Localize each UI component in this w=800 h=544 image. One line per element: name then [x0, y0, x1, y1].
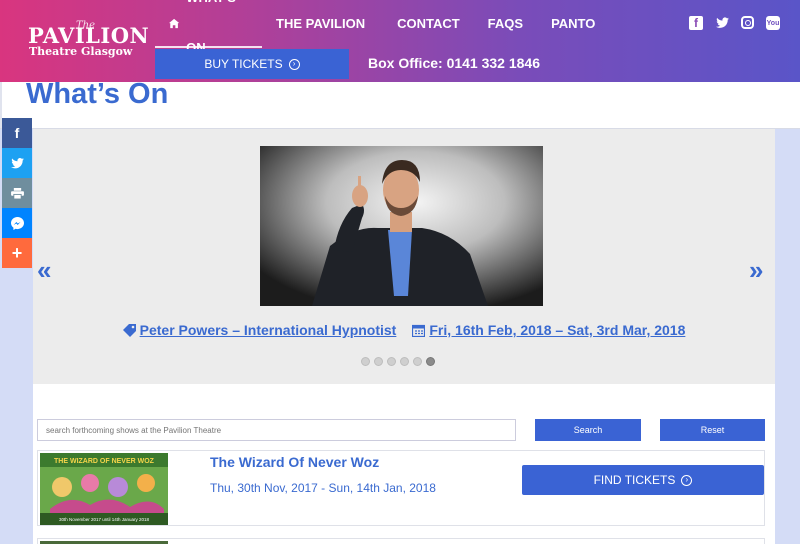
slide-show-title: Peter Powers – International Hypnotist: [139, 322, 397, 338]
find-tickets-label: FIND TICKETS: [593, 473, 676, 487]
carousel-dot[interactable]: [387, 357, 396, 366]
carousel-next-button[interactable]: »: [749, 255, 763, 286]
box-office-phone[interactable]: Box Office: 0141 332 1846: [368, 55, 540, 71]
poster-dates-text: 30th November 2017 until 14th January 20…: [59, 517, 150, 522]
instagram-icon[interactable]: [741, 16, 754, 29]
slide-show-dates: Fri, 16th Feb, 2018 – Sat, 3rd Mar, 2018: [429, 322, 686, 338]
site-header: The PAVILION Theatre Glasgow WHAT'S ON T…: [0, 0, 800, 82]
carousel-prev-button[interactable]: «: [37, 255, 51, 286]
nav-faqs-label: FAQS: [487, 16, 524, 31]
nav-the-pavilion[interactable]: THE PAVILION: [262, 0, 379, 48]
home-icon: [169, 18, 180, 28]
arrow-circle-icon: ›: [288, 58, 300, 70]
show-listing: [37, 538, 765, 544]
svg-text:THE WIZARD OF NEVER WOZ: THE WIZARD OF NEVER WOZ: [54, 458, 155, 465]
reset-button[interactable]: Reset: [660, 419, 765, 441]
carousel-dots: [361, 357, 435, 366]
pavilion-logo[interactable]: The PAVILION Theatre Glasgow: [24, 18, 149, 58]
twitter-icon[interactable]: [2, 148, 32, 178]
nav-contact-label: CONTACT: [397, 16, 460, 31]
show-poster[interactable]: THE WIZARD OF NEVER WOZ 30th November 20…: [40, 453, 168, 525]
nav-contact[interactable]: CONTACT: [379, 0, 474, 48]
messenger-icon[interactable]: [2, 208, 32, 238]
buy-tickets-label: BUY TICKETS: [204, 57, 283, 71]
nav-the-pavilion-label: THE PAVILION: [276, 16, 366, 31]
facebook-icon[interactable]: f: [689, 16, 703, 30]
youtube-icon[interactable]: You: [766, 16, 780, 30]
show-listing: THE WIZARD OF NEVER WOZ 30th November 20…: [37, 450, 765, 526]
carousel-dot[interactable]: [400, 357, 409, 366]
carousel-dot[interactable]: [413, 357, 422, 366]
show-title[interactable]: The Wizard Of Never Woz: [210, 454, 379, 470]
nav-whats-on[interactable]: WHAT'S ON: [155, 0, 262, 55]
twitter-icon[interactable]: [715, 16, 729, 30]
share-bar: f +: [2, 118, 32, 268]
carousel-dot[interactable]: [374, 357, 383, 366]
hypnotist-photo: [260, 146, 543, 306]
slide-image[interactable]: [260, 146, 543, 306]
calendar-icon: [412, 324, 426, 337]
carousel-dot-active[interactable]: [426, 357, 435, 366]
slide-title-link[interactable]: Peter Powers – International Hypnotist: [122, 322, 397, 338]
buy-tickets-button[interactable]: BUY TICKETS ›: [155, 49, 349, 79]
search-button[interactable]: Search: [535, 419, 641, 441]
nav-faqs[interactable]: FAQS: [474, 0, 537, 48]
facebook-icon[interactable]: f: [2, 118, 32, 148]
right-band: [775, 129, 800, 544]
slide-caption: Peter Powers – International Hypnotist F…: [33, 322, 775, 338]
panto-poster-art: THE WIZARD OF NEVER WOZ 30th November 20…: [40, 453, 168, 525]
page-title: What’s On: [26, 78, 169, 110]
find-tickets-button[interactable]: FIND TICKETS ›: [522, 465, 764, 495]
arrow-circle-icon: ›: [681, 474, 693, 486]
main-nav: WHAT'S ON THE PAVILION CONTACT FAQS PANT…: [155, 0, 609, 55]
nav-panto[interactable]: PANTO: [537, 0, 609, 48]
carousel-dot[interactable]: [361, 357, 370, 366]
header-social: f You: [689, 16, 780, 30]
add-icon[interactable]: +: [2, 238, 32, 268]
search-input[interactable]: [37, 419, 516, 441]
tag-icon: [122, 323, 136, 337]
print-icon[interactable]: [2, 178, 32, 208]
nav-panto-label: PANTO: [551, 16, 596, 31]
logo-sub: Theatre Glasgow: [29, 45, 133, 58]
featured-carousel: « » Peter Powers – International Hypnoti…: [33, 129, 775, 384]
show-dates: Thu, 30th Nov, 2017 - Sun, 14th Jan, 201…: [210, 481, 436, 495]
slide-dates-link[interactable]: Fri, 16th Feb, 2018 – Sat, 3rd Mar, 2018: [412, 322, 685, 338]
